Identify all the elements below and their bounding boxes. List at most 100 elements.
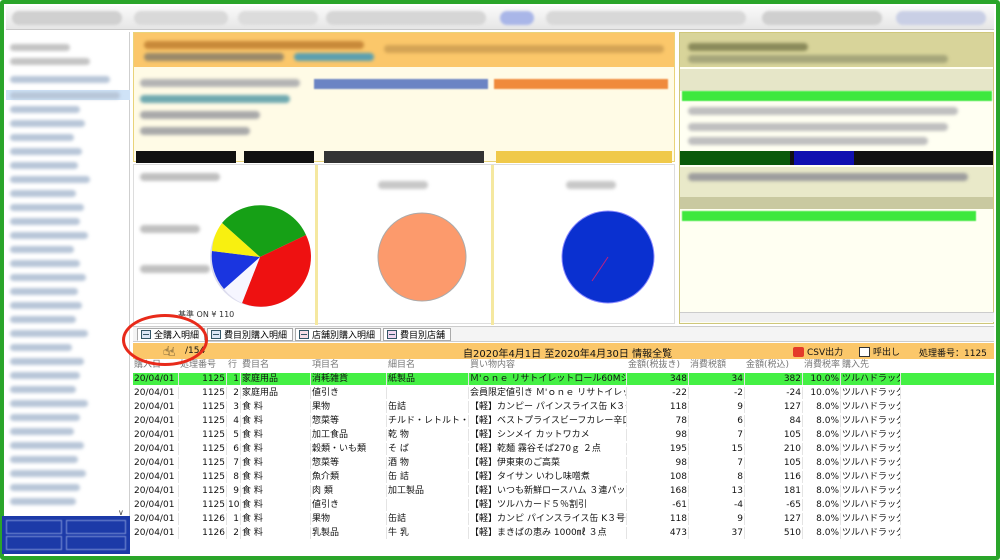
table-row[interactable]: 20/04/01 1126 1 食 料果物 缶詰 【軽】カンピ パインスライス缶 K３号缶… bbox=[133, 513, 994, 525]
table-cell: 果物 bbox=[311, 401, 387, 413]
sidebar-blur-row bbox=[10, 330, 88, 337]
panel-blur-text bbox=[384, 45, 664, 53]
table-cell: 20/04/01 bbox=[133, 415, 179, 427]
panel-dark-bar bbox=[244, 151, 314, 163]
pie-cell-2 bbox=[318, 165, 494, 325]
column-header[interactable]: 金額(税込) bbox=[745, 359, 803, 371]
table-cell: 8.0% bbox=[803, 513, 841, 525]
panel-blur-text bbox=[140, 79, 300, 87]
table-cell: 118 bbox=[627, 401, 689, 413]
table-cell: 9 bbox=[227, 485, 241, 497]
table-cell: 20/04/01 bbox=[133, 401, 179, 413]
column-header[interactable]: 買い物内容 bbox=[469, 359, 627, 371]
table-cell: 15 bbox=[689, 443, 745, 455]
table-cell: -24 bbox=[745, 387, 803, 399]
table-cell: 食 料 bbox=[241, 499, 311, 511]
sidebar-blur-row bbox=[10, 498, 76, 505]
table-cell: ツルハドラッグ 音羽 bbox=[842, 401, 901, 413]
column-header[interactable]: 細目名 bbox=[387, 359, 469, 371]
table-cell: 8 bbox=[227, 471, 241, 483]
sidebar-blur-row bbox=[10, 246, 74, 253]
toolbar-blur bbox=[896, 11, 986, 25]
column-header[interactable]: 購入先 bbox=[841, 359, 901, 371]
table-cell: 食 料 bbox=[241, 443, 311, 455]
table-cell: 108 bbox=[627, 471, 689, 483]
table-cell: ツルハドラッグ 音羽 bbox=[842, 443, 901, 455]
column-header[interactable]: 消費税額 bbox=[689, 359, 745, 371]
sidebar-blur-row bbox=[10, 274, 86, 281]
column-header[interactable]: 行 bbox=[227, 359, 241, 371]
table-cell: 195 bbox=[627, 443, 689, 455]
table-cell: 20/04/01 bbox=[133, 373, 179, 385]
table-cell: チルド・レトルト・パウチ bbox=[388, 415, 469, 427]
column-header[interactable]: 消費税率 bbox=[803, 359, 841, 371]
sidebar-blur-row bbox=[10, 400, 88, 407]
table-cell: 食 料 bbox=[241, 457, 311, 469]
table-cell: 食 料 bbox=[241, 471, 311, 483]
table-cell: 値引き bbox=[311, 499, 387, 511]
table-row[interactable]: 20/04/01 1125 7 食 料惣菜等酒 物【軽】伊東東のご高菜 98 7 105 8.… bbox=[133, 457, 994, 469]
column-header[interactable]: 費目名 bbox=[241, 359, 311, 371]
table-cell: そ ば bbox=[387, 443, 469, 455]
table-cell: ツルハドラッグ 音羽 bbox=[842, 499, 901, 511]
column-header[interactable]: 項目名 bbox=[311, 359, 387, 371]
table-cell: 2 bbox=[227, 387, 241, 399]
call-button[interactable]: 呼出し bbox=[859, 345, 900, 358]
table-cell: 惣菜等 bbox=[311, 415, 387, 427]
table-cell: Ｍ'ｏｎｅ リサトイレットロール60Mシングル 12ロール bbox=[469, 373, 627, 385]
table-row[interactable]: 20/04/0111254食 料惣菜等チルド・レトルト・パウチ【軽】ベストプライ… bbox=[133, 415, 994, 427]
table-cell: 6 bbox=[227, 443, 241, 455]
table-row[interactable]: 20/04/0111252家庭用品値引き 会員限定値引き Ｍ'ｏｎｅ リサトイレッ… bbox=[133, 387, 994, 399]
column-header[interactable]: 金額(税抜き) bbox=[627, 359, 689, 371]
sidebar-blur-row bbox=[10, 372, 80, 379]
sidebar-blur-row bbox=[10, 316, 76, 323]
tab-by-store[interactable]: 店舗別購入明細 bbox=[295, 327, 382, 341]
sidebar-blur-row bbox=[10, 58, 90, 65]
sidebar-blur-row bbox=[10, 442, 84, 449]
table-cell: 20/04/01 bbox=[133, 429, 179, 441]
table-row[interactable]: 20/04/01 1125 8 食 料魚介類缶 詰【軽】タイサン いわし味噌煮 108 8… bbox=[133, 471, 994, 483]
table-cell: 8.0% bbox=[803, 401, 841, 413]
sidebar-bottom-panel bbox=[2, 516, 130, 554]
table-row[interactable]: 20/04/01 1125 3 食 料果物 缶詰 【軽】カンピー パインスライス缶 K３号… bbox=[133, 401, 994, 413]
csv-export-icon bbox=[793, 346, 804, 357]
table-cell: 1125 bbox=[179, 387, 227, 399]
table-row[interactable]: 20/04/01 1125 9 食 料肉 類加工製品 【軽】いつも新鮮ロースハム ３連パ… bbox=[133, 485, 994, 497]
table-header: 購入日 処理番号行費目名 項目名 細目名 買い物内容 金額(税抜き) 消費税額 金額(税込) 消… bbox=[133, 359, 994, 371]
panel-dark-bar bbox=[496, 151, 672, 163]
table-row[interactable]: 20/04/01 1126 2 食 料乳製品牛 乳【軽】まきばの恵み 1000㎖ ３点… bbox=[133, 527, 994, 539]
table-row[interactable]: 20/04/01 1125 10 食 料値引き 【軽】ツルハカード５％割引 -61 -4 -6… bbox=[133, 499, 994, 511]
table-cell: 37 bbox=[689, 527, 745, 539]
table-cell: 210 bbox=[745, 443, 803, 455]
csv-export-button[interactable]: CSV出力 bbox=[793, 345, 843, 358]
right-panel-blue-bar bbox=[794, 151, 854, 165]
sidebar-blur-row bbox=[10, 106, 80, 113]
table-cell: 加工食品 bbox=[311, 429, 387, 441]
table-cell: ツルハドラッグ 音羽 bbox=[842, 429, 901, 441]
table-cell: 1 bbox=[227, 513, 241, 525]
sidebar-blur-row bbox=[10, 92, 120, 99]
income-pie-chart bbox=[377, 212, 467, 302]
table-cell: 7 bbox=[689, 457, 745, 469]
table-cell: ツルハドラッグ 音羽 bbox=[842, 387, 901, 399]
mouse-cursor-icon: ☝ bbox=[168, 345, 176, 359]
table-cell: 10.0% bbox=[803, 387, 841, 399]
sidebar-blur-row bbox=[10, 76, 110, 83]
table-row[interactable]: 20/04/01 1125 6 食 料穀類・いも類そ ば【軽】乾麺 霧谷そば270ｇ … bbox=[133, 443, 994, 455]
table-cell: 10 bbox=[228, 499, 241, 511]
table-cell: 473 bbox=[627, 527, 689, 539]
table-row[interactable]: 20/04/01 1125 5 食 料加工食品乾 物【軽】シンメイ カットワカメ 98 7… bbox=[133, 429, 994, 441]
right-panel-green-bar bbox=[682, 211, 976, 221]
table-cell: ツルハドラッグ 音羽 bbox=[842, 527, 901, 539]
tab-category-store[interactable]: 費目別店舗 bbox=[383, 327, 452, 341]
tab-label: 店舗別購入明細 bbox=[312, 330, 376, 341]
table-row[interactable]: 20/04/01 1125 1 家庭用品 消耗雑貨 紙製品 Ｍ'ｏｎｅ リサトイレットロール… bbox=[133, 373, 994, 385]
tab-by-category[interactable]: 費目別購入明細 bbox=[207, 327, 294, 341]
table-cell: 【軽】いつも新鮮ロースハム ３連パック bbox=[470, 485, 627, 497]
sidebar-blur-row bbox=[10, 288, 78, 295]
right-panel-scrollbar[interactable] bbox=[680, 312, 994, 322]
left-sidebar[interactable] bbox=[6, 32, 130, 516]
sidebar-blur-row bbox=[10, 386, 76, 393]
table-cell: 1125 bbox=[179, 499, 227, 511]
balance-pie-chart bbox=[561, 210, 655, 304]
